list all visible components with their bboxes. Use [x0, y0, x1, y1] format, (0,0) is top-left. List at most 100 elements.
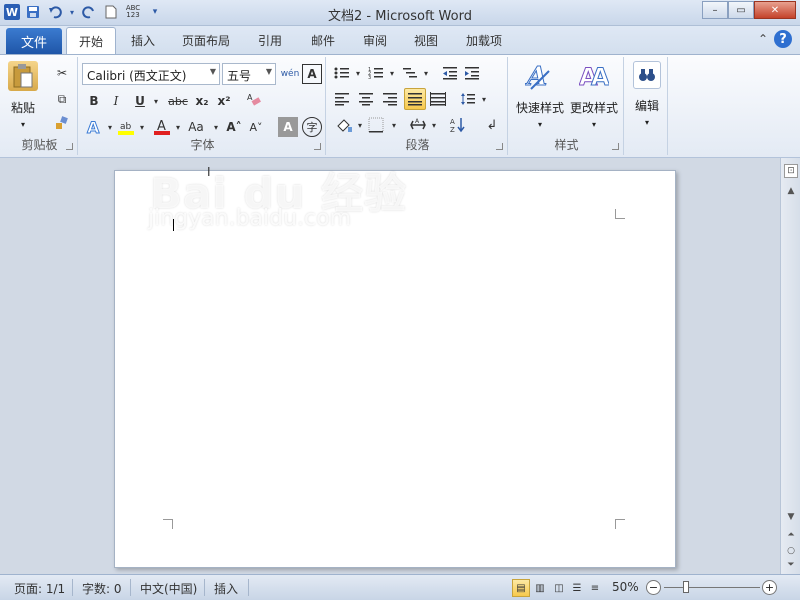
change-case-dropdown-icon[interactable]: ▾ [206, 117, 226, 137]
window-title: 文档2 - Microsoft Word [328, 9, 472, 24]
editing-button[interactable]: 编辑 ▾ [630, 61, 664, 127]
zoom-slider-thumb[interactable] [683, 581, 689, 593]
tab-file[interactable]: 文件 [6, 28, 62, 54]
justify-icon[interactable] [404, 88, 426, 110]
language-status[interactable]: 中文(中国) [140, 580, 197, 597]
character-shading-icon[interactable]: A [278, 117, 298, 137]
chinese-layout-dropdown-icon[interactable]: ▾ [424, 115, 444, 135]
restore-button[interactable]: ▭ [728, 1, 754, 19]
shrink-font-button[interactable]: A˅ [246, 117, 266, 137]
numbering-dropdown-icon[interactable]: ▾ [382, 63, 402, 83]
select-browse-object-icon[interactable]: ○ [784, 544, 798, 558]
draft-view-icon[interactable]: ≡ [586, 579, 604, 597]
tab-insert[interactable]: 插入 [131, 32, 155, 49]
svg-text:ab: ab [120, 122, 132, 132]
insert-mode-status[interactable]: 插入 [214, 580, 238, 597]
ruler-toggle-icon[interactable]: ⊡ [784, 164, 798, 178]
full-screen-reading-icon[interactable]: ▥ [531, 579, 549, 597]
change-styles-button[interactable]: AA 更改样式 ▾ [568, 61, 620, 130]
page-count[interactable]: 页面: 1/1 [14, 580, 65, 597]
character-border-icon[interactable]: A [302, 64, 322, 84]
multilevel-dropdown-icon[interactable]: ▾ [416, 63, 436, 83]
tab-references[interactable]: 引用 [258, 32, 282, 49]
zoom-in-icon[interactable]: + [762, 580, 777, 595]
clear-formatting-icon[interactable]: A [244, 89, 264, 109]
help-icon[interactable]: ? [774, 30, 792, 48]
borders-icon[interactable] [366, 115, 386, 135]
zoom-level[interactable]: 50% [612, 580, 639, 594]
paste-dropdown-icon[interactable]: ▾ [21, 120, 25, 129]
chevron-down-icon: ▼ [209, 67, 216, 76]
font-launcher-icon[interactable] [314, 143, 321, 150]
strikethrough-button[interactable]: abc [166, 91, 190, 111]
font-group-label: 字体 [190, 138, 215, 152]
increase-indent-icon[interactable] [462, 63, 482, 83]
superscript-button[interactable]: x² [214, 91, 234, 111]
zoom-out-icon[interactable]: − [646, 580, 661, 595]
tab-review[interactable]: 审阅 [363, 32, 387, 49]
decrease-indent-icon[interactable] [440, 63, 460, 83]
italic-button[interactable]: I [106, 91, 126, 111]
borders-dropdown-icon[interactable]: ▾ [384, 115, 404, 135]
change-case-button[interactable]: Aa [184, 117, 208, 137]
copy-icon[interactable]: ⧉ [52, 89, 72, 109]
bold-button[interactable]: B [84, 91, 104, 111]
ribbon-tabs: 文件 开始 插入 页面布局 引用 邮件 审阅 视图 加载项 ⌃ ? [0, 26, 800, 55]
margin-corner-top-right [615, 209, 625, 219]
highlight-dropdown-icon[interactable]: ▾ [132, 117, 152, 137]
paragraph-launcher-icon[interactable] [496, 143, 503, 150]
svg-text:A: A [247, 93, 253, 102]
font-size-combo[interactable]: 五号 ▼ [222, 63, 276, 85]
vertical-scrollbar[interactable]: ⊡ ▲ ▼ ⏶ ○ ⏷ [780, 158, 800, 574]
previous-page-icon[interactable]: ⏶ [784, 528, 798, 542]
quick-styles-button[interactable]: A 快速样式 ▾ [514, 61, 566, 130]
minimize-ribbon-icon[interactable]: ⌃ [758, 32, 768, 46]
styles-launcher-icon[interactable] [612, 143, 619, 150]
outline-view-icon[interactable]: ☰ [568, 579, 586, 597]
scroll-up-icon[interactable]: ▲ [784, 184, 798, 198]
next-page-icon[interactable]: ⏷ [784, 558, 798, 572]
ribbon: 粘贴 ▾ ✂ ⧉ 剪贴板 Calibri (西文正文) ▼ 五号 ▼ wén A… [0, 54, 800, 158]
change-styles-label: 更改样式 [569, 101, 618, 115]
svg-text:A: A [591, 63, 609, 91]
line-spacing-dropdown-icon[interactable]: ▾ [474, 89, 494, 109]
paste-button[interactable]: 粘贴 ▾ [8, 61, 38, 129]
change-styles-icon: AA [579, 61, 609, 92]
tab-page-layout[interactable]: 页面布局 [182, 32, 230, 49]
web-layout-icon[interactable]: ◫ [550, 579, 568, 597]
align-right-icon[interactable] [380, 89, 400, 109]
zoom-slider-track[interactable] [664, 587, 760, 588]
svg-text:Z: Z [450, 126, 455, 133]
editing-dropdown-icon[interactable]: ▾ [645, 118, 649, 127]
quick-styles-icon: A [525, 61, 555, 91]
print-layout-view-icon[interactable]: ▤ [512, 579, 530, 597]
phonetic-guide-icon[interactable]: wén [280, 64, 300, 84]
quick-styles-dropdown-icon[interactable]: ▾ [538, 120, 542, 129]
tab-home[interactable]: 开始 [66, 27, 116, 55]
sort-icon[interactable]: AZ [448, 115, 468, 135]
underline-dropdown-icon[interactable]: ▾ [146, 91, 166, 111]
clipboard-launcher-icon[interactable] [66, 143, 73, 150]
close-button[interactable]: ✕ [754, 1, 796, 19]
align-left-icon[interactable] [332, 89, 352, 109]
word-count[interactable]: 字数: 0 [82, 580, 122, 597]
align-center-icon[interactable] [356, 89, 376, 109]
distributed-icon[interactable] [428, 89, 448, 109]
change-styles-dropdown-icon[interactable]: ▾ [592, 120, 596, 129]
bullets-dropdown-icon[interactable]: ▾ [348, 63, 368, 83]
styles-group-label: 样式 [554, 138, 579, 152]
tab-view[interactable]: 视图 [414, 32, 438, 49]
cut-icon[interactable]: ✂ [52, 63, 72, 83]
tab-addins[interactable]: 加载项 [466, 32, 502, 49]
grow-font-button[interactable]: A˄ [224, 117, 244, 137]
minimize-button[interactable]: – [702, 1, 728, 19]
subscript-button[interactable]: x₂ [192, 91, 212, 111]
status-bar: 页面: 1/1 字数: 0 中文(中国) 插入 ▤ ▥ ◫ ☰ ≡ 50% − … [0, 574, 800, 600]
tab-mailings[interactable]: 邮件 [311, 32, 335, 49]
scroll-down-icon[interactable]: ▼ [784, 510, 798, 524]
show-hide-marks-icon[interactable]: ↲ [482, 115, 502, 135]
format-painter-icon[interactable] [52, 113, 72, 133]
font-name-combo[interactable]: Calibri (西文正文) ▼ [82, 63, 220, 85]
enclose-characters-icon[interactable]: 字 [302, 117, 322, 137]
window-controls: – ▭ ✕ [702, 1, 796, 19]
